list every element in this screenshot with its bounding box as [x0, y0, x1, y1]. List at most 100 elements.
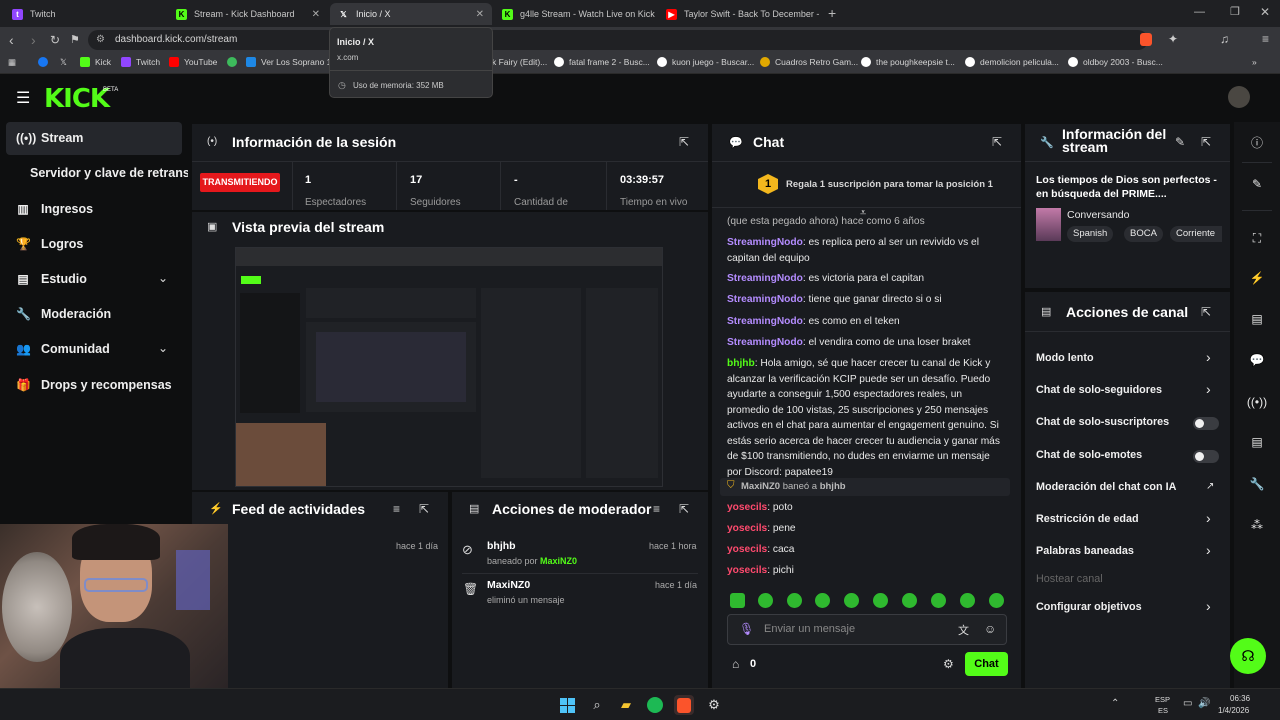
- menu-icon[interactable]: ≡: [1262, 32, 1269, 46]
- points-icon[interactable]: ⌂: [732, 657, 739, 671]
- close-icon[interactable]: ✕: [476, 9, 484, 20]
- chevron-right-icon[interactable]: ›: [1206, 598, 1211, 614]
- gear-icon[interactable]: ⚙: [943, 657, 954, 671]
- microphone-icon[interactable]: 🎙: [739, 622, 754, 636]
- filter-icon[interactable]: ≡: [653, 502, 660, 516]
- new-tab-icon[interactable]: +: [828, 5, 836, 21]
- sidebar-item-stream[interactable]: ((•)) Stream: [16, 131, 83, 145]
- sidebar-item-logros[interactable]: 🏆 Logros: [16, 237, 83, 251]
- url-input[interactable]: ⚙ dashboard.kick.com/stream: [88, 30, 1148, 50]
- bookmark-icon[interactable]: ⚑: [70, 33, 80, 46]
- bookmark-oldboy[interactable]: oldboy 2003 - Busc...: [1068, 57, 1163, 67]
- language-bottom[interactable]: ES: [1158, 706, 1168, 715]
- emote-icon[interactable]: [758, 593, 773, 608]
- kick-logo[interactable]: KICK: [44, 84, 110, 114]
- slow-mode-item[interactable]: Modo lento: [1036, 352, 1094, 364]
- followers-only-item[interactable]: Chat de solo-seguidores: [1036, 384, 1162, 396]
- help-chat-icon[interactable]: ☊: [1230, 638, 1266, 674]
- category-thumbnail[interactable]: [1036, 208, 1061, 241]
- configure-goals-item[interactable]: Configurar objetivos: [1036, 601, 1142, 613]
- bookmark-kick[interactable]: Kick: [80, 57, 111, 67]
- spotify-icon[interactable]: [645, 695, 665, 715]
- popout-icon[interactable]: ⇱: [419, 502, 429, 516]
- clock-time[interactable]: 06:36: [1230, 694, 1250, 703]
- brave-browser-icon[interactable]: [674, 695, 694, 715]
- edit-pencil-icon[interactable]: ✎: [1243, 170, 1271, 198]
- popout-icon[interactable]: ⇱: [1201, 305, 1211, 319]
- bookmark-twitch[interactable]: Twitch: [121, 57, 160, 67]
- language-top[interactable]: ESP: [1155, 695, 1170, 704]
- sidebar-item-ingresos[interactable]: ▥ Ingresos: [16, 202, 93, 216]
- close-window-icon[interactable]: ✕: [1260, 5, 1270, 19]
- tag-badge[interactable]: BOCA: [1124, 226, 1163, 242]
- reload-icon[interactable]: ↻: [50, 33, 60, 47]
- sidebar-item-moderacion[interactable]: 🔧 Moderación: [16, 307, 111, 321]
- chevron-down-icon[interactable]: ⌄: [158, 341, 168, 355]
- bookmark-youtube[interactable]: YouTube: [169, 57, 217, 67]
- emote-icon[interactable]: [931, 593, 946, 608]
- clock-date[interactable]: 1/4/2026: [1218, 706, 1249, 715]
- settings-app-icon[interactable]: ⚙: [704, 695, 724, 715]
- chevron-up-icon[interactable]: ⌃: [1111, 698, 1119, 709]
- music-icon[interactable]: ♫: [1220, 32, 1229, 46]
- mod-action-user[interactable]: bhjhb: [487, 540, 516, 552]
- subscribers-only-item[interactable]: Chat de solo-suscriptores: [1036, 416, 1169, 428]
- monitor-icon[interactable]: ▭: [1183, 698, 1192, 709]
- chat-bubble-icon[interactable]: 💬: [1243, 346, 1271, 374]
- tab-x-inicio[interactable]: 𝕏 Inicio / X ✕: [330, 3, 492, 25]
- popout-icon[interactable]: ⇱: [1201, 135, 1211, 149]
- subscribers-only-toggle[interactable]: [1193, 417, 1219, 430]
- tab-kick-dashboard[interactable]: K Stream - Kick Dashboard ✕: [168, 3, 328, 25]
- emote-icon[interactable]: [844, 593, 859, 608]
- brave-shield-icon[interactable]: [1140, 33, 1152, 46]
- hamburger-menu-icon[interactable]: ☰: [16, 88, 30, 108]
- broadcast-icon[interactable]: ((•)): [1243, 388, 1271, 416]
- search-icon[interactable]: ⌕: [587, 695, 607, 715]
- scan-icon[interactable]: ⛶: [1243, 224, 1271, 252]
- apps-icon[interactable]: ⁂: [1243, 511, 1271, 539]
- avatar[interactable]: [1228, 86, 1250, 108]
- emote-icon[interactable]: [787, 593, 802, 608]
- more-bookmarks-icon[interactable]: »: [1252, 57, 1257, 67]
- document-icon[interactable]: ▤: [1243, 305, 1271, 333]
- channel-icon[interactable]: ▤: [1243, 428, 1271, 456]
- translate-icon[interactable]: 文: [958, 622, 969, 638]
- popout-icon[interactable]: ⇱: [679, 135, 689, 149]
- minimize-icon[interactable]: —: [1194, 6, 1205, 18]
- close-icon[interactable]: ✕: [312, 9, 320, 20]
- filter-icon[interactable]: ≡: [393, 502, 400, 516]
- mod-action-user[interactable]: MaxiNZ0: [487, 579, 530, 591]
- chevron-right-icon[interactable]: ›: [1206, 381, 1211, 397]
- extensions-icon[interactable]: ✦: [1168, 32, 1178, 46]
- emote-icon[interactable]: [989, 593, 1004, 608]
- gift-sub-text[interactable]: Regala 1 suscripción para tomar la posic…: [786, 179, 993, 190]
- emotes-only-item[interactable]: Chat de solo-emotes: [1036, 449, 1142, 461]
- bookmark-demolicion[interactable]: demolicion pelicula...: [965, 57, 1059, 67]
- external-link-icon[interactable]: ↗: [1206, 481, 1214, 492]
- bookmark-soprano-label[interactable]: Ver Los Soprano 1x: [246, 57, 336, 67]
- info-icon[interactable]: ⓘ: [1243, 128, 1271, 156]
- bookmark-fatal-frame[interactable]: fatal frame 2 - Busc...: [554, 57, 650, 67]
- sidebar-item-estudio[interactable]: ▤ Estudio: [16, 272, 87, 286]
- sidebar-item-comunidad[interactable]: 👥 Comunidad: [16, 342, 110, 356]
- windows-start-icon[interactable]: [557, 695, 577, 715]
- tag-badge[interactable]: Corriente: [1170, 226, 1222, 242]
- edit-pencil-icon[interactable]: ✎: [1175, 135, 1185, 149]
- chat-input[interactable]: 🎙 Enviar un mensaje 文 ☺: [727, 614, 1007, 645]
- popout-icon[interactable]: ⇱: [679, 502, 689, 516]
- x-logo-icon[interactable]: 𝕏: [60, 57, 67, 68]
- site-info-icon[interactable]: ⚙: [96, 30, 105, 50]
- emote-icon[interactable]: [960, 593, 975, 608]
- emoji-icon[interactable]: ☺: [984, 622, 996, 636]
- sidebar-item-drops[interactable]: 🎁 Drops y recompensas: [16, 378, 172, 392]
- back-icon[interactable]: ‹: [9, 32, 14, 48]
- category-name[interactable]: Conversando: [1067, 209, 1129, 221]
- emote-icon[interactable]: [730, 593, 745, 608]
- bookmark-fairy[interactable]: k Fairy (Edit)...: [492, 57, 547, 67]
- chevron-right-icon[interactable]: ›: [1206, 510, 1211, 526]
- banned-words-item[interactable]: Palabras baneadas: [1036, 545, 1134, 557]
- tab-g4lle-stream[interactable]: K g4lle Stream - Watch Live on Kick: [494, 3, 656, 25]
- lightning-icon[interactable]: ⚡: [1243, 264, 1271, 292]
- sidebar-item-server-key[interactable]: Servidor y clave de retransmisión: [30, 166, 188, 180]
- ai-moderation-item[interactable]: Moderación del chat con IA: [1036, 481, 1176, 493]
